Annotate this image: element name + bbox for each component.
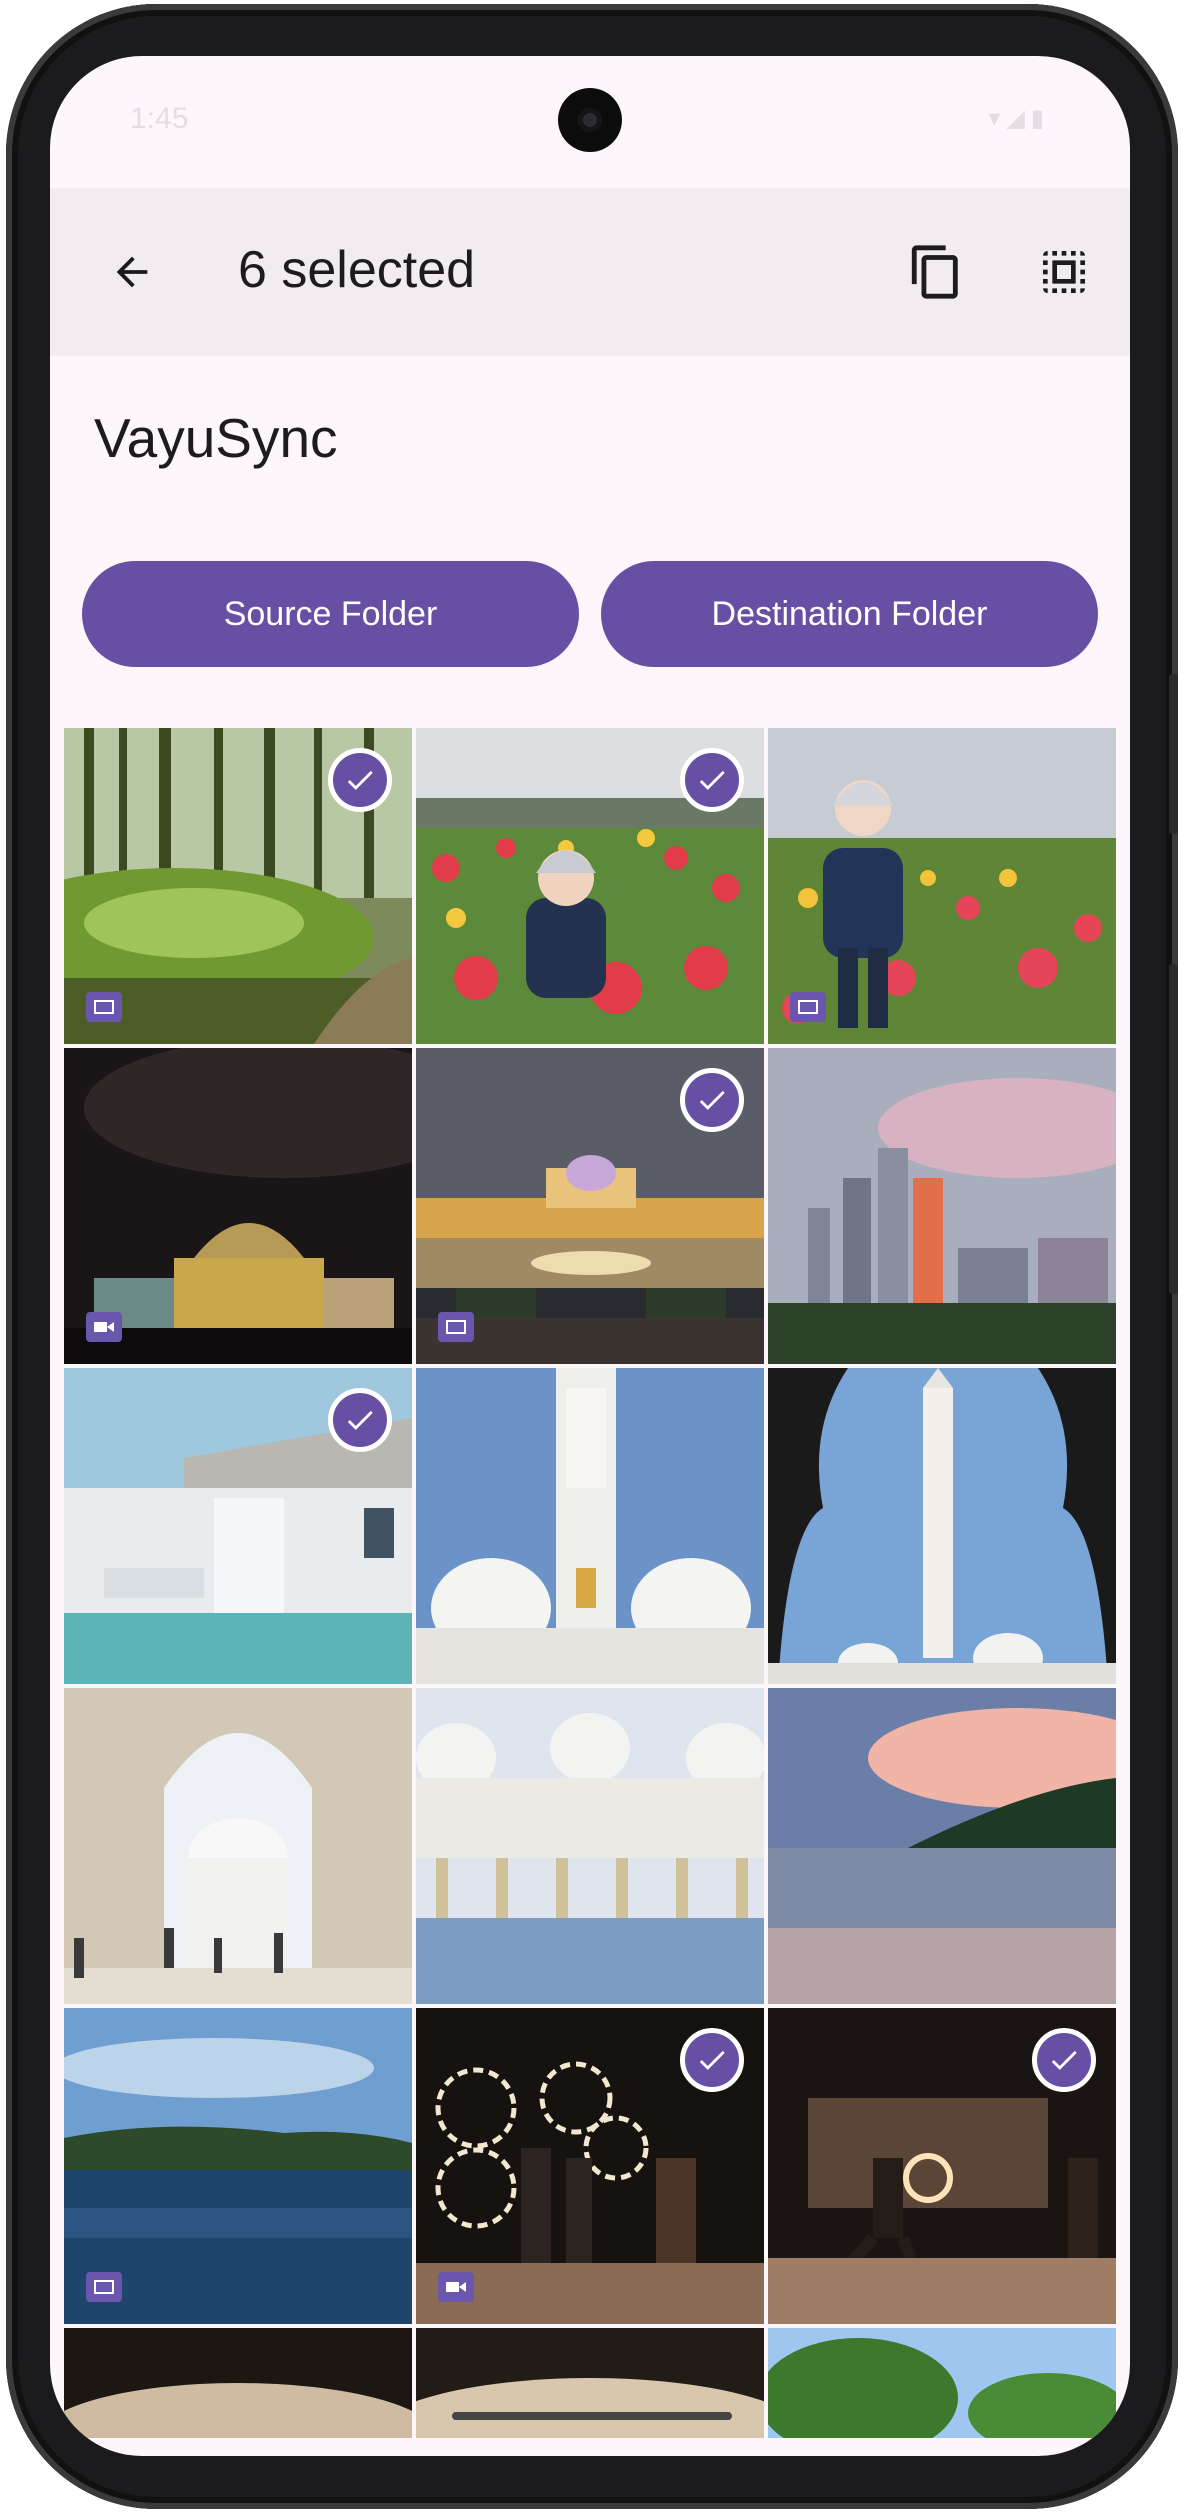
check-icon bbox=[1051, 2050, 1077, 2070]
photo-fire-dancers[interactable] bbox=[416, 2008, 764, 2324]
photo-city-fog[interactable] bbox=[768, 1048, 1116, 1364]
photo-image bbox=[768, 2328, 1116, 2438]
image-badge-icon bbox=[94, 2280, 114, 2294]
photo-child-tulips-2[interactable] bbox=[768, 728, 1116, 1044]
photo-tropical-trees[interactable] bbox=[768, 2328, 1116, 2438]
selected-check bbox=[680, 748, 744, 812]
check-icon bbox=[347, 770, 373, 790]
top-app-bar: 6 selected bbox=[50, 188, 1130, 356]
selection-count-title: 6 selected bbox=[238, 241, 476, 299]
front-camera bbox=[558, 88, 622, 152]
selected-check bbox=[328, 748, 392, 812]
photo-image bbox=[416, 1688, 764, 2004]
photo-white-museum[interactable] bbox=[64, 1368, 412, 1684]
copy-icon bbox=[911, 245, 958, 299]
image-badge-icon bbox=[798, 1000, 818, 1014]
photo-palace-dusk[interactable] bbox=[416, 1048, 764, 1364]
image-badge-icon bbox=[94, 1000, 114, 1014]
photo-sand-closeup-2[interactable] bbox=[416, 2328, 764, 2438]
home-indicator[interactable] bbox=[452, 2412, 732, 2420]
photo-beach-sunset[interactable] bbox=[768, 1688, 1116, 2004]
app-name: VayuSync bbox=[94, 407, 338, 469]
photo-image bbox=[768, 1368, 1116, 1684]
status-time: 1:45 bbox=[130, 102, 189, 135]
destination-folder-button[interactable]: Destination Folder bbox=[601, 561, 1098, 667]
video-badge-icon bbox=[446, 2282, 466, 2292]
photo-forest-grass[interactable] bbox=[64, 728, 412, 1044]
photo-image bbox=[64, 2328, 412, 2438]
volume-button bbox=[1169, 674, 1178, 834]
screen: 1:45 ▾◢▮ 6 selected VayuSync Source Fold… bbox=[50, 56, 1130, 2456]
selected-check bbox=[680, 2028, 744, 2092]
video-badge bbox=[86, 1312, 122, 1342]
check-icon bbox=[699, 770, 725, 790]
selected-check bbox=[1032, 2028, 1096, 2092]
image-badge bbox=[438, 1312, 474, 1342]
photo-image bbox=[768, 1048, 1116, 1364]
check-icon bbox=[347, 1410, 373, 1430]
photo-image bbox=[416, 1368, 764, 1684]
image-badge bbox=[86, 992, 122, 1022]
check-icon bbox=[699, 1090, 725, 1110]
select-all-button[interactable] bbox=[1022, 230, 1106, 314]
photo-mosque-courtyard[interactable] bbox=[416, 1688, 764, 2004]
photo-fire-performer[interactable] bbox=[768, 2008, 1116, 2324]
copy-button[interactable] bbox=[894, 230, 978, 314]
back-button[interactable] bbox=[90, 230, 174, 314]
source-folder-button[interactable]: Source Folder bbox=[82, 561, 579, 667]
power-button bbox=[1169, 964, 1178, 1294]
selected-check bbox=[680, 1068, 744, 1132]
photo-sand-closeup-1[interactable] bbox=[64, 2328, 412, 2438]
image-badge-icon bbox=[446, 1320, 466, 1334]
photo-mosque-minaret[interactable] bbox=[416, 1368, 764, 1684]
photo-palace-night[interactable] bbox=[64, 1048, 412, 1364]
select-all-icon bbox=[1043, 251, 1085, 293]
photo-mosque-arch-interior[interactable] bbox=[64, 1688, 412, 2004]
video-badge bbox=[438, 2272, 474, 2302]
photo-image bbox=[416, 2328, 764, 2438]
selected-check bbox=[328, 1388, 392, 1452]
photo-image bbox=[64, 1688, 412, 2004]
status-icons: ▾◢▮ bbox=[988, 105, 1050, 132]
video-badge-icon bbox=[94, 1322, 114, 1332]
photo-sea-island[interactable] bbox=[64, 2008, 412, 2324]
photo-child-tulips-1[interactable] bbox=[416, 728, 764, 1044]
check-icon bbox=[699, 2050, 725, 2070]
photo-image bbox=[768, 1688, 1116, 2004]
image-badge bbox=[86, 2272, 122, 2302]
image-badge bbox=[790, 992, 826, 1022]
photo-minaret-arch[interactable] bbox=[768, 1368, 1116, 1684]
arrow-left-icon bbox=[116, 256, 148, 288]
